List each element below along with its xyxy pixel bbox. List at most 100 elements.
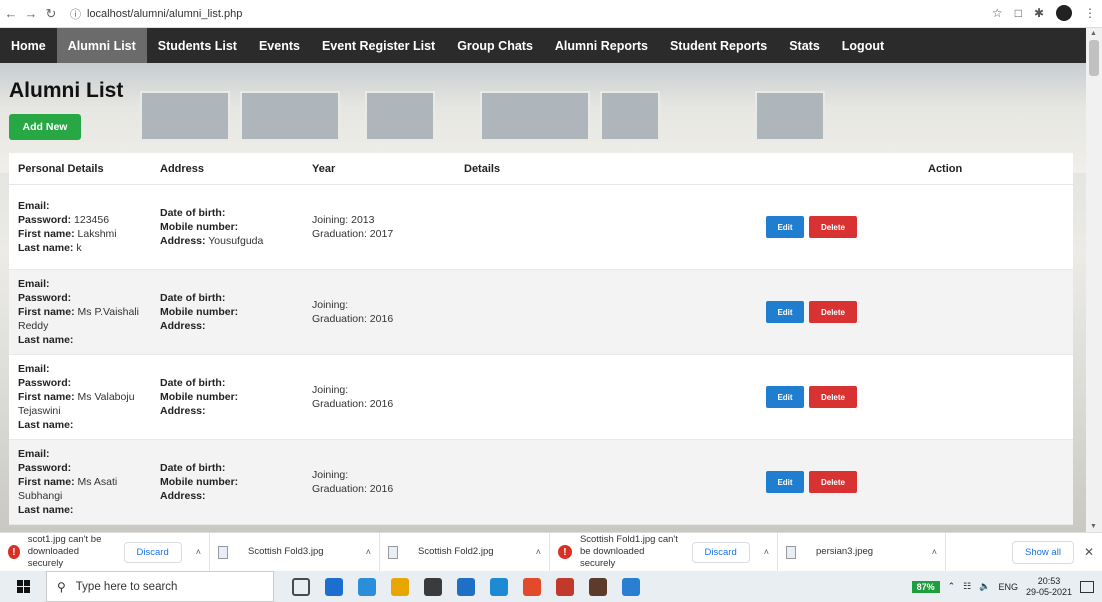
nav-item-student-reports[interactable]: Student Reports <box>659 28 778 63</box>
chevron-up-icon[interactable]: ˄ <box>366 547 371 557</box>
address-bar[interactable]: ⓘ localhost/alumni/alumni_list.php <box>70 6 242 22</box>
last-name-field: Last name: <box>18 333 160 347</box>
last-name-field: Last name: k <box>18 241 160 255</box>
download-item[interactable]: ! scot1.jpg can't be downloaded securely D… <box>0 532 210 572</box>
discard-button[interactable]: Discard <box>123 541 182 563</box>
clock[interactable]: 20:53 29-05-2021 <box>1026 576 1072 598</box>
dob-field-label: Date of birth: <box>160 377 226 389</box>
close-icon[interactable]: ✕ <box>1084 545 1094 559</box>
year-cell: Joining: 2013 Graduation: 2017 <box>312 213 464 241</box>
chevron-up-icon[interactable]: ⌃ <box>948 581 956 592</box>
download-name: scot1.jpg can't be downloaded securely <box>27 534 102 569</box>
back-icon[interactable]: ← <box>2 6 20 21</box>
chevron-up-icon[interactable]: ˄ <box>536 547 541 557</box>
discard-button[interactable]: Discard <box>691 541 750 563</box>
scroll-down-icon[interactable]: ▼ <box>1090 523 1097 530</box>
nav-item-stats[interactable]: Stats <box>778 28 831 63</box>
taskbar-app-icon[interactable] <box>292 577 310 596</box>
chevron-up-icon[interactable]: ˄ <box>764 547 769 557</box>
notification-icon[interactable] <box>1080 580 1094 593</box>
info-icon[interactable]: ⓘ <box>70 6 81 22</box>
taskbar-app-icon[interactable] <box>391 577 409 596</box>
page-content: Alumni List Add New Personal Details Add… <box>0 63 1086 532</box>
password-field: Password: <box>18 461 160 475</box>
nav-item-alumni-list[interactable]: Alumni List <box>56 28 147 63</box>
delete-button[interactable]: Delete <box>809 471 857 493</box>
show-all-button[interactable]: Show all <box>1012 540 1074 564</box>
dob-field: Date of birth: <box>160 206 312 220</box>
download-item[interactable]: persian3.jpeg ˄ <box>778 532 946 572</box>
password-field-label: Password: <box>18 292 72 304</box>
taskbar-search[interactable]: ⚲ Type here to search <box>46 571 274 602</box>
nav-item-logout[interactable]: Logout <box>831 28 895 63</box>
address-field-value: Yousufguda <box>208 235 264 247</box>
taskbar-app-icon[interactable] <box>556 577 574 596</box>
windows-start-icon[interactable] <box>0 580 46 593</box>
delete-button[interactable]: Delete <box>809 386 857 408</box>
page-scrollbar[interactable]: ▲ ▼ <box>1086 28 1102 532</box>
edit-button[interactable]: Edit <box>766 471 804 493</box>
taskbar-app-icon[interactable] <box>490 577 508 596</box>
address-cell: Date of birth: Mobile number: Address: Y… <box>160 206 312 248</box>
delete-button[interactable]: Delete <box>809 216 857 238</box>
taskbar-app-icon[interactable] <box>358 577 376 596</box>
nav-item-home[interactable]: Home <box>0 28 57 63</box>
mobile-field: Mobile number: <box>160 305 312 319</box>
add-new-button[interactable]: Add New <box>9 114 81 140</box>
taskbar-app-icon[interactable] <box>325 577 343 596</box>
last-name-field-label: Last name: <box>18 419 74 431</box>
file-icon <box>388 545 398 559</box>
mobile-field-label: Mobile number: <box>160 391 239 403</box>
download-item[interactable]: Scottish Fold3.jpg ˄ <box>210 532 380 572</box>
chevron-up-icon[interactable]: ˄ <box>196 547 201 557</box>
download-name: Scottish Fold2.jpg <box>418 546 494 557</box>
extension-icon[interactable]: □ <box>1015 6 1022 20</box>
last-name-field-label: Last name: <box>18 242 74 254</box>
search-icon: ⚲ <box>57 579 66 594</box>
chevron-up-icon[interactable]: ˄ <box>932 547 937 557</box>
personal-details-cell: Email: Password: First name: Ms Asati Su… <box>9 447 160 517</box>
taskbar-app-icon[interactable] <box>424 577 442 596</box>
edit-button[interactable]: Edit <box>766 301 804 323</box>
nav-item-group-chats[interactable]: Group Chats <box>446 28 544 63</box>
menu-kebab-icon[interactable]: ⋮ <box>1084 6 1096 20</box>
profile-avatar[interactable] <box>1056 5 1072 21</box>
header-details: Details <box>464 162 501 175</box>
mobile-field: Mobile number: <box>160 220 312 234</box>
network-icon[interactable]: ☷ <box>963 581 971 592</box>
address-cell: Date of birth: Mobile number: Address: <box>160 461 312 503</box>
file-icon <box>786 545 796 559</box>
address-field: Address: <box>160 404 312 418</box>
language-indicator[interactable]: ENG <box>998 582 1018 592</box>
edit-button[interactable]: Edit <box>766 216 804 238</box>
nav-item-event-register-list[interactable]: Event Register List <box>311 28 446 63</box>
delete-button[interactable]: Delete <box>809 301 857 323</box>
volume-icon[interactable]: 🔈 <box>979 581 990 592</box>
year-cell: Joining: Graduation: 2016 <box>312 383 464 411</box>
mobile-field: Mobile number: <box>160 390 312 404</box>
taskbar-app-icon[interactable] <box>622 577 640 596</box>
download-item[interactable]: ! Scottish Fold1.jpg can't be downloaded … <box>550 532 778 572</box>
scroll-thumb[interactable] <box>1089 40 1099 76</box>
star-icon[interactable]: ☆ <box>992 6 1003 20</box>
download-item[interactable]: Scottish Fold2.jpg ˄ <box>380 532 550 572</box>
clock-date: 29-05-2021 <box>1025 586 1072 597</box>
puzzle-icon[interactable]: ✱ <box>1034 6 1044 20</box>
edit-button[interactable]: Edit <box>766 386 804 408</box>
nav-item-alumni-reports[interactable]: Alumni Reports <box>544 28 659 63</box>
battery-indicator[interactable]: 87% <box>911 580 940 593</box>
personal-details-cell: Email: Password: First name: Ms Valaboju… <box>9 362 160 432</box>
system-tray: 87% ⌃ ☷ 🔈 ENG 20:53 29-05-2021 <box>911 571 1094 602</box>
password-field-value: 123456 <box>74 214 110 226</box>
taskbar-app-icon[interactable] <box>523 577 541 596</box>
forward-icon[interactable]: → <box>22 6 40 21</box>
reload-icon[interactable]: ↻ <box>42 6 60 22</box>
joining-value: 2013 <box>351 214 375 226</box>
nav-item-students-list[interactable]: Students List <box>147 28 248 63</box>
scroll-up-icon[interactable]: ▲ <box>1090 30 1097 37</box>
taskbar-app-icon[interactable] <box>457 577 475 596</box>
email-field: Email: <box>18 447 160 461</box>
taskbar-app-icon[interactable] <box>589 577 607 596</box>
nav-item-events[interactable]: Events <box>248 28 311 63</box>
address-field-label: Address: <box>160 235 206 247</box>
